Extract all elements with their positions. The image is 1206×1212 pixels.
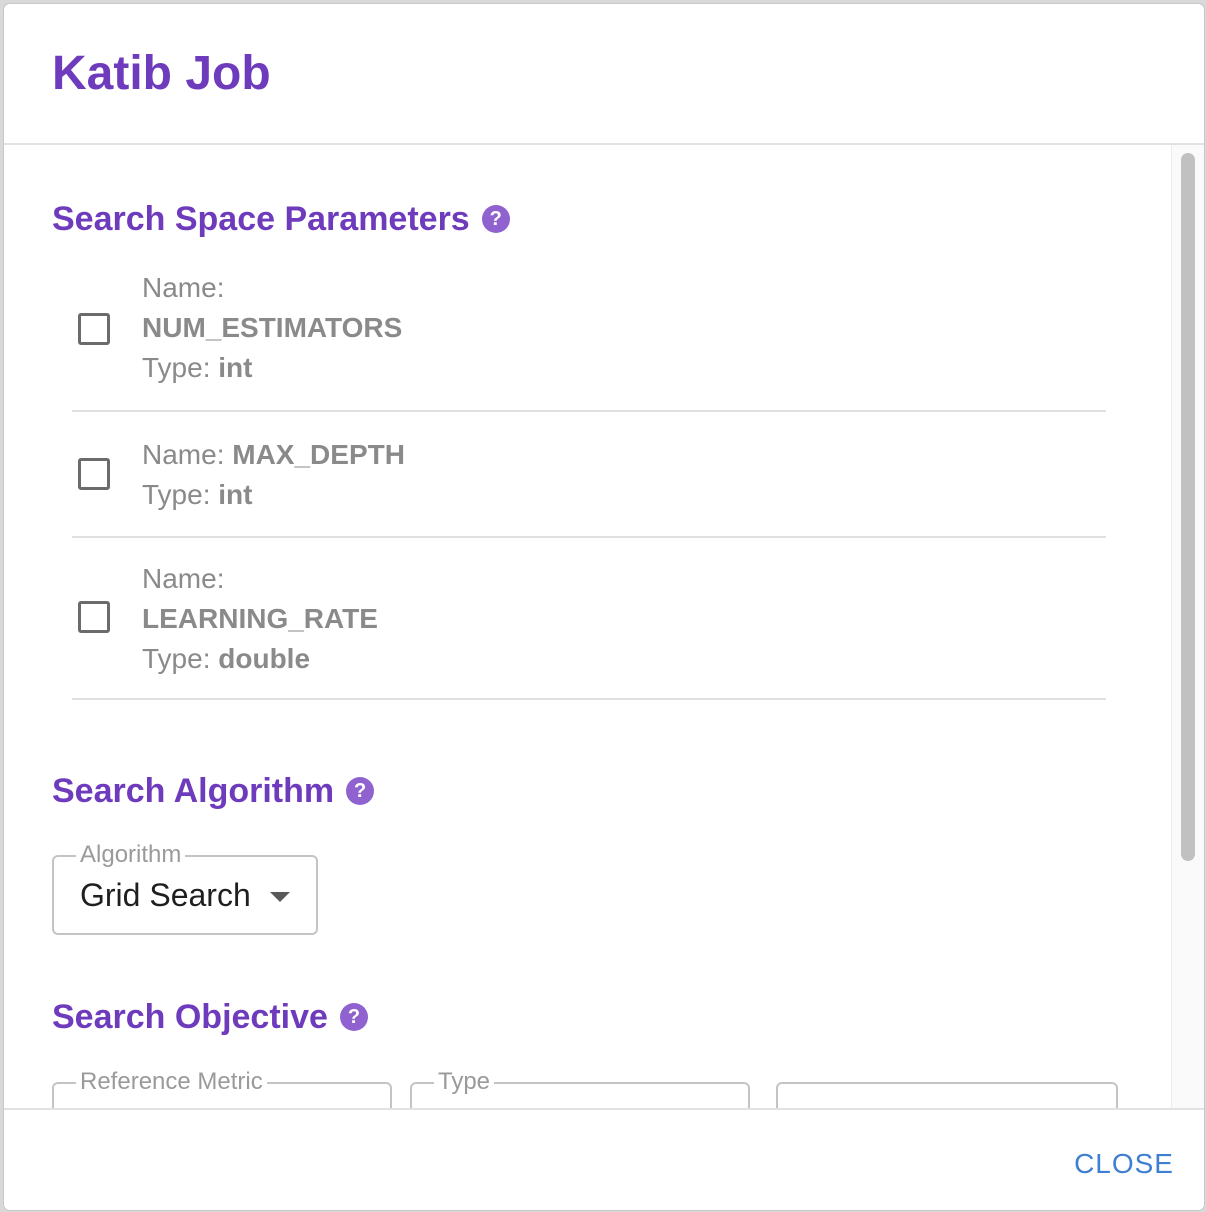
parameter-type: int (218, 352, 253, 383)
search-space-heading-text: Search Space Parameters (52, 200, 470, 238)
search-algorithm-heading-text: Search Algorithm (52, 772, 335, 810)
objective-type-label: Type (434, 1068, 495, 1096)
parameter-name-label: Name: (142, 272, 225, 303)
parameter-type-label: Type: (142, 643, 211, 674)
help-icon[interactable]: ? (339, 1003, 368, 1031)
help-icon[interactable]: ? (346, 777, 375, 805)
dialog-content[interactable]: Search Space Parameters ? Name: NUM_ESTI… (4, 145, 1204, 1108)
parameter-name: LEARNING_RATE (142, 603, 378, 634)
parameter-type-label: Type: (142, 352, 211, 383)
parameter-type: double (218, 643, 311, 674)
help-icon[interactable]: ? (481, 205, 510, 233)
parameter-details: Name: LEARNING_RATE Type: double (142, 559, 378, 679)
parameter-details: Name: NUM_ESTIMATORS Type: int (142, 268, 402, 388)
objective-value-field[interactable] (776, 1082, 1118, 1108)
reference-metric-field[interactable]: Reference Metric (52, 1068, 392, 1108)
scrollbar-thumb[interactable] (1181, 153, 1195, 861)
checkbox-unchecked-icon[interactable] (78, 601, 110, 633)
reference-metric-label: Reference Metric (76, 1068, 267, 1096)
dialog-header: Katib Job (4, 4, 1204, 145)
algorithm-select[interactable]: Algorithm Grid Search (52, 841, 318, 935)
parameter-name: MAX_DEPTH (232, 439, 405, 470)
katib-job-dialog: Katib Job Search Space Parameters ? Name… (4, 4, 1204, 1210)
search-algorithm-heading: Search Algorithm ? (52, 769, 375, 813)
parameter-type: int (218, 479, 253, 510)
objective-type-field[interactable]: Type (410, 1068, 750, 1108)
dialog-actions: CLOSE (4, 1108, 1204, 1210)
caret-down-icon (270, 892, 290, 902)
search-objective-heading: Search Objective ? (52, 995, 368, 1039)
parameter-name-label: Name: (142, 439, 225, 470)
checkbox-unchecked-icon[interactable] (78, 313, 110, 345)
parameter-name: NUM_ESTIMATORS (142, 312, 403, 343)
parameter-details: Name: MAX_DEPTH Type: int (142, 435, 405, 515)
search-space-heading: Search Space Parameters ? (52, 197, 510, 241)
parameter-row: Name: LEARNING_RATE Type: double (72, 538, 1106, 700)
vertical-scrollbar[interactable] (1171, 145, 1204, 1108)
parameter-list: Name: NUM_ESTIMATORS Type: int Name: MAX… (72, 268, 1106, 700)
close-button[interactable]: CLOSE (1074, 1146, 1174, 1182)
parameter-row: Name: NUM_ESTIMATORS Type: int (72, 268, 1106, 412)
parameter-row: Name: MAX_DEPTH Type: int (72, 412, 1106, 538)
algorithm-selected-value: Grid Search (80, 877, 251, 913)
parameter-type-label: Type: (142, 479, 211, 510)
algorithm-field-label: Algorithm (76, 841, 186, 869)
search-objective-heading-text: Search Objective (52, 998, 328, 1036)
parameter-name-label: Name: (142, 563, 225, 594)
checkbox-unchecked-icon[interactable] (78, 458, 110, 490)
dialog-title: Katib Job (52, 47, 271, 100)
